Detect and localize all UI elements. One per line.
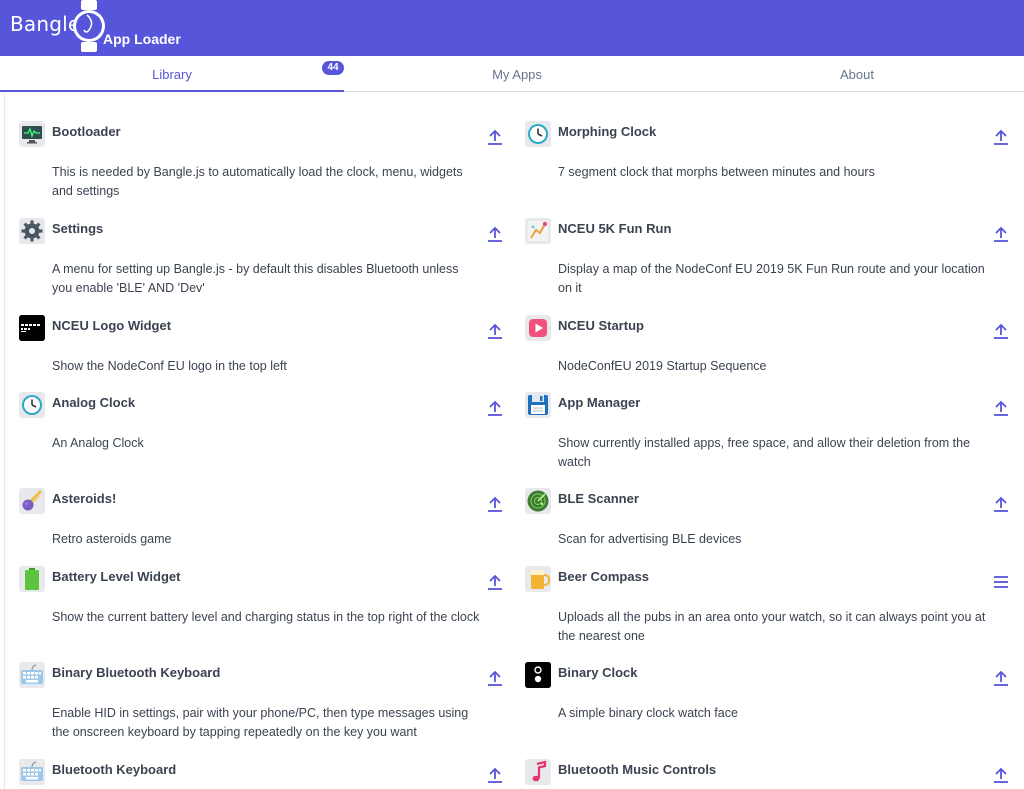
- tab-my-apps[interactable]: My Apps: [345, 56, 689, 91]
- app-name[interactable]: Binary Bluetooth Keyboard: [52, 665, 220, 680]
- app-description: Show the current battery level and charg…: [52, 610, 480, 624]
- play-icon: [525, 315, 551, 341]
- app-description: Uploads all the pubs in an area onto you…: [558, 610, 986, 643]
- app-name[interactable]: BLE Scanner: [558, 491, 639, 506]
- app-name[interactable]: Battery Level Widget: [52, 569, 180, 584]
- floppy-disk-icon: [525, 392, 551, 418]
- clock-icon: [525, 121, 551, 147]
- app-description: Show the NodeConf EU logo in the top lef…: [52, 359, 287, 373]
- tab-about[interactable]: About: [690, 56, 1024, 91]
- upload-icon[interactable]: [485, 127, 505, 147]
- app-name[interactable]: App Manager: [558, 395, 640, 410]
- tab-bar: Library My Apps About: [0, 56, 1024, 92]
- upload-icon[interactable]: [991, 127, 1011, 147]
- battery-icon: [19, 566, 45, 592]
- asteroid-icon: [19, 488, 45, 514]
- app-name[interactable]: Morphing Clock: [558, 124, 656, 139]
- monitor-icon: [19, 121, 45, 147]
- page-title: App Loader: [103, 31, 181, 47]
- app-name[interactable]: Bluetooth Music Controls: [558, 762, 716, 777]
- app-name[interactable]: Analog Clock: [52, 395, 135, 410]
- app-name[interactable]: Asteroids!: [52, 491, 116, 506]
- app-description: Enable HID in settings, pair with your p…: [52, 706, 469, 739]
- keyboard-icon: [19, 662, 45, 688]
- menu-icon[interactable]: [991, 572, 1011, 592]
- app-description: An Analog Clock: [52, 436, 144, 450]
- app-description: Display a map of the NodeConf EU 2019 5K…: [558, 262, 985, 295]
- app-description: A simple binary clock watch face: [558, 706, 738, 720]
- upload-icon[interactable]: [991, 765, 1011, 785]
- app-name[interactable]: Bootloader: [52, 124, 121, 139]
- map-icon: [525, 218, 551, 244]
- app-list: Bootloader This is needed by Bangle.js t…: [4, 94, 1024, 789]
- app-description: Retro asteroids game: [52, 532, 172, 546]
- upload-icon[interactable]: [485, 668, 505, 688]
- app-description: 7 segment clock that morphs between minu…: [558, 165, 875, 179]
- app-name[interactable]: NCEU Startup: [558, 318, 644, 333]
- nodeconf-logo-icon: [19, 315, 45, 341]
- binary-clock-icon: [525, 662, 551, 688]
- app-description: Show currently installed apps, free spac…: [558, 436, 971, 469]
- app-header: Bangle App Loader: [0, 0, 1024, 56]
- upload-icon[interactable]: [991, 321, 1011, 341]
- app-name[interactable]: NCEU 5K Fun Run: [558, 221, 671, 236]
- gear-icon: [19, 218, 45, 244]
- upload-icon[interactable]: [485, 321, 505, 341]
- app-name[interactable]: Beer Compass: [558, 569, 649, 584]
- clock-icon: [19, 392, 45, 418]
- keyboard-icon: [19, 759, 45, 785]
- app-name[interactable]: NCEU Logo Widget: [52, 318, 171, 333]
- upload-icon[interactable]: [991, 398, 1011, 418]
- upload-icon[interactable]: [485, 765, 505, 785]
- upload-icon[interactable]: [991, 668, 1011, 688]
- app-name[interactable]: Settings: [52, 221, 103, 236]
- upload-icon[interactable]: [991, 224, 1011, 244]
- app-count-badge: 44: [322, 61, 344, 75]
- upload-icon[interactable]: [485, 494, 505, 514]
- music-note-icon: [525, 759, 551, 785]
- app-description: A menu for setting up Bangle.js - by def…: [52, 262, 459, 295]
- app-name[interactable]: Bluetooth Keyboard: [52, 762, 176, 777]
- tab-library[interactable]: Library: [0, 56, 344, 92]
- app-description: This is needed by Bangle.js to automatic…: [52, 165, 463, 198]
- upload-icon[interactable]: [485, 224, 505, 244]
- upload-icon[interactable]: [991, 494, 1011, 514]
- app-description: NodeConfEU 2019 Startup Sequence: [558, 359, 767, 373]
- upload-icon[interactable]: [485, 572, 505, 592]
- app-description: Scan for advertising BLE devices: [558, 532, 742, 546]
- beer-icon: [525, 566, 551, 592]
- radar-icon: [525, 488, 551, 514]
- upload-icon[interactable]: [485, 398, 505, 418]
- app-name[interactable]: Binary Clock: [558, 665, 637, 680]
